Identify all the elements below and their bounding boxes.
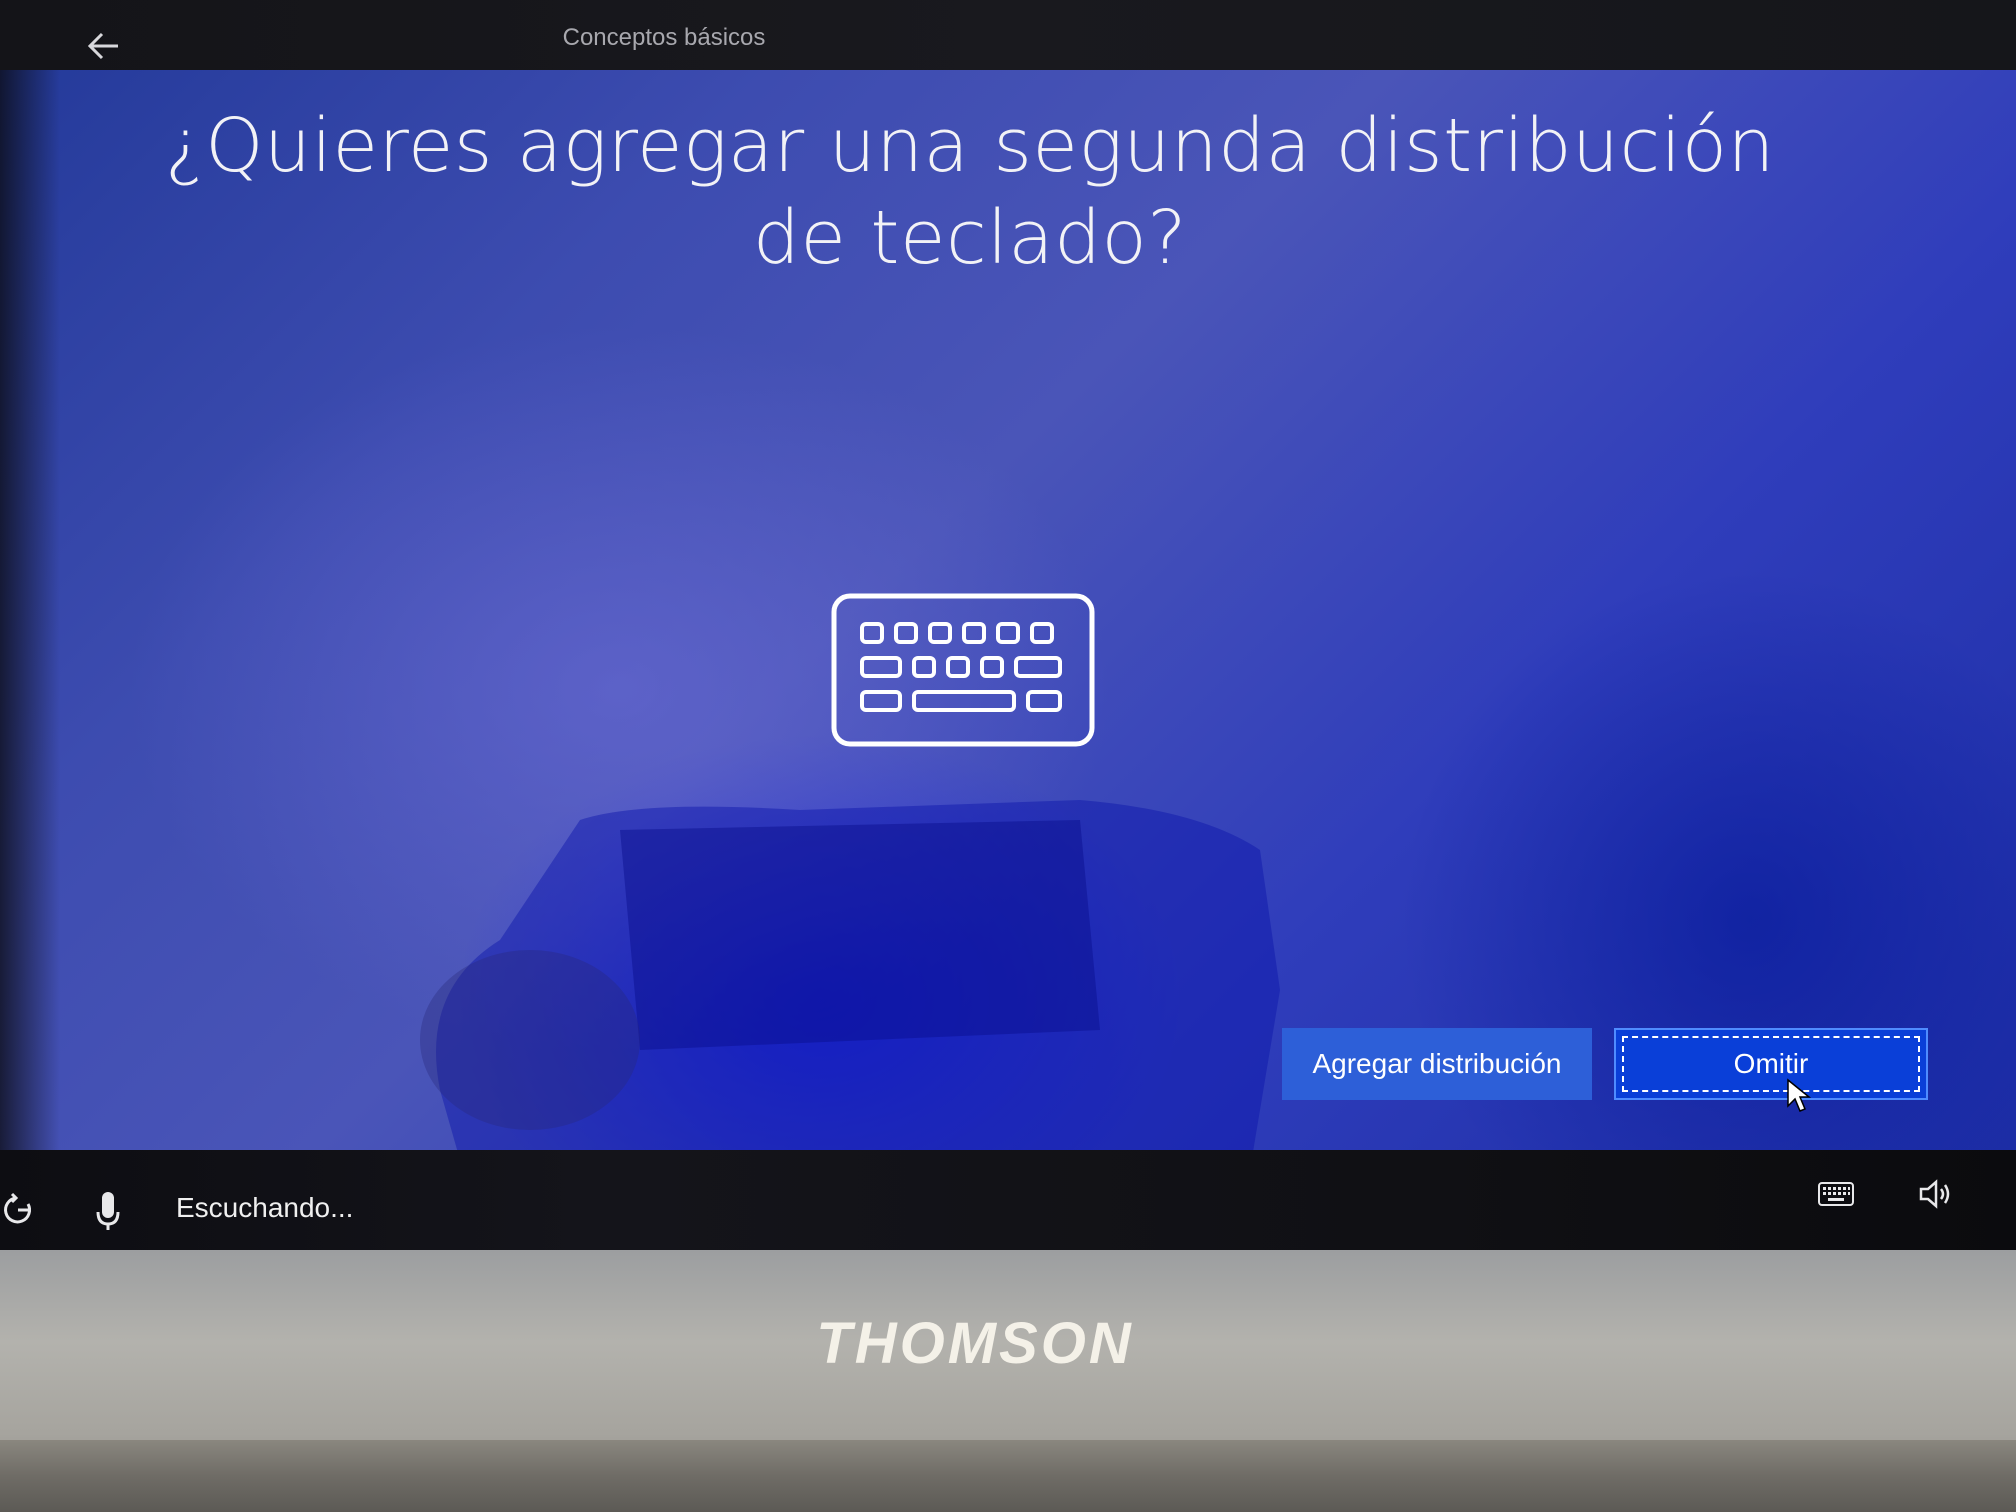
- brand-logo: THOMSON: [816, 1311, 1134, 1376]
- photo-frame: Conceptos básicos ¿Quieres agregar una s…: [0, 0, 2016, 1512]
- mouse-pointer-icon: [1786, 1078, 1812, 1114]
- add-layout-button[interactable]: Agregar distribución: [1282, 1028, 1592, 1100]
- listening-status: Escuchando...: [176, 1192, 354, 1223]
- accessibility-icon[interactable]: [0, 1190, 36, 1234]
- volume-icon[interactable]: [1918, 1178, 1954, 1214]
- screen-edge-shadow: [0, 70, 60, 1150]
- skip-button[interactable]: Omitir: [1614, 1028, 1928, 1100]
- add-layout-label: Agregar distribución: [1312, 1048, 1562, 1079]
- back-arrow-icon[interactable]: [84, 26, 124, 66]
- page-title: ¿Quieres agregar una segunda distribució…: [165, 103, 1775, 281]
- tab-conceptos-basicos[interactable]: Conceptos básicos: [490, 24, 838, 52]
- skip-label: Omitir: [1733, 1048, 1809, 1079]
- bezel-bottom: [0, 1440, 2016, 1512]
- microphone-icon[interactable]: [94, 1190, 122, 1236]
- keyboard-icon[interactable]: [1818, 1182, 1854, 1210]
- keyboard-icon: [830, 592, 1096, 748]
